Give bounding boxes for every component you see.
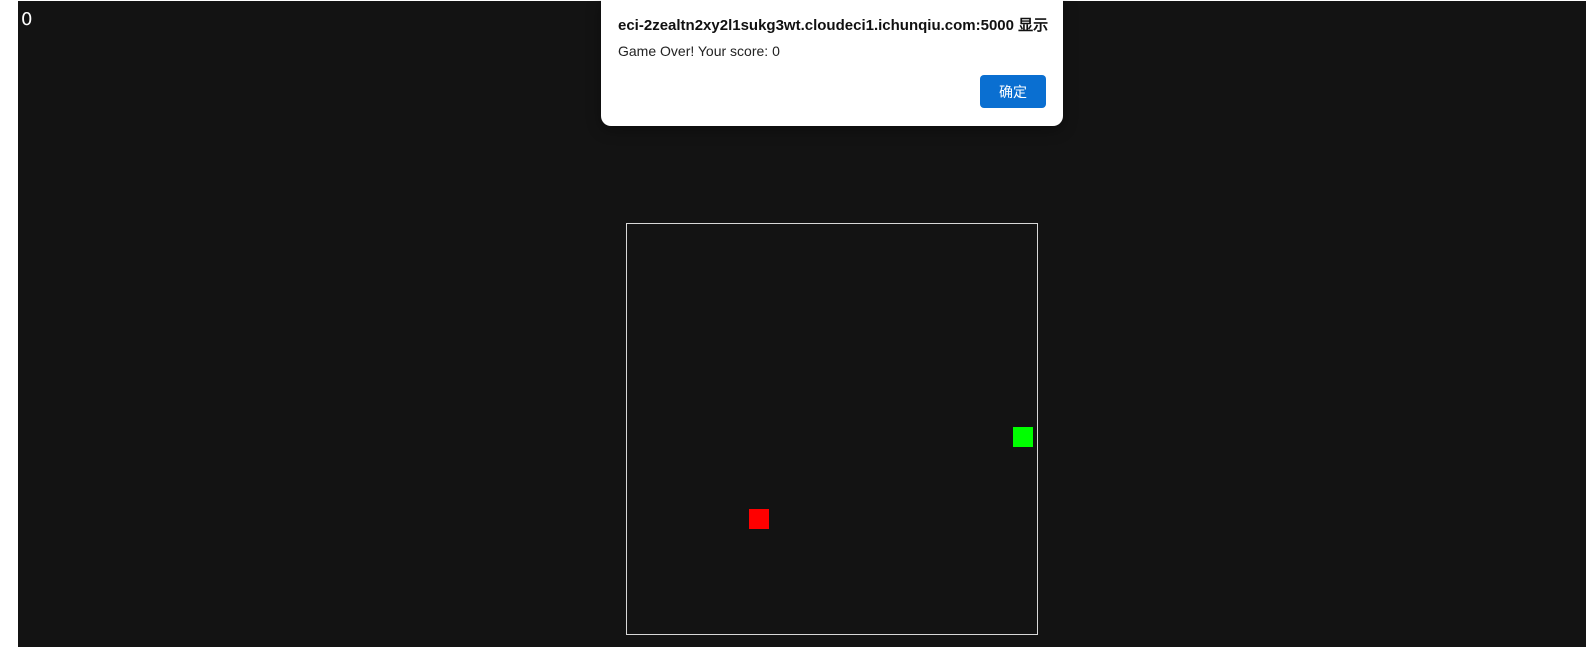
alert-dialog: eci-2zealtn2xy2l1sukg3wt.cloudeci1.ichun… bbox=[601, 0, 1063, 126]
snake-segment bbox=[1013, 427, 1033, 447]
ok-button[interactable]: 确定 bbox=[980, 75, 1046, 108]
food-item bbox=[749, 509, 769, 529]
alert-title: eci-2zealtn2xy2l1sukg3wt.cloudeci1.ichun… bbox=[618, 17, 1049, 34]
alert-message: Game Over! Your score: 0 bbox=[618, 43, 780, 59]
game-board[interactable] bbox=[626, 223, 1038, 635]
score-counter: 0 bbox=[21, 9, 33, 30]
